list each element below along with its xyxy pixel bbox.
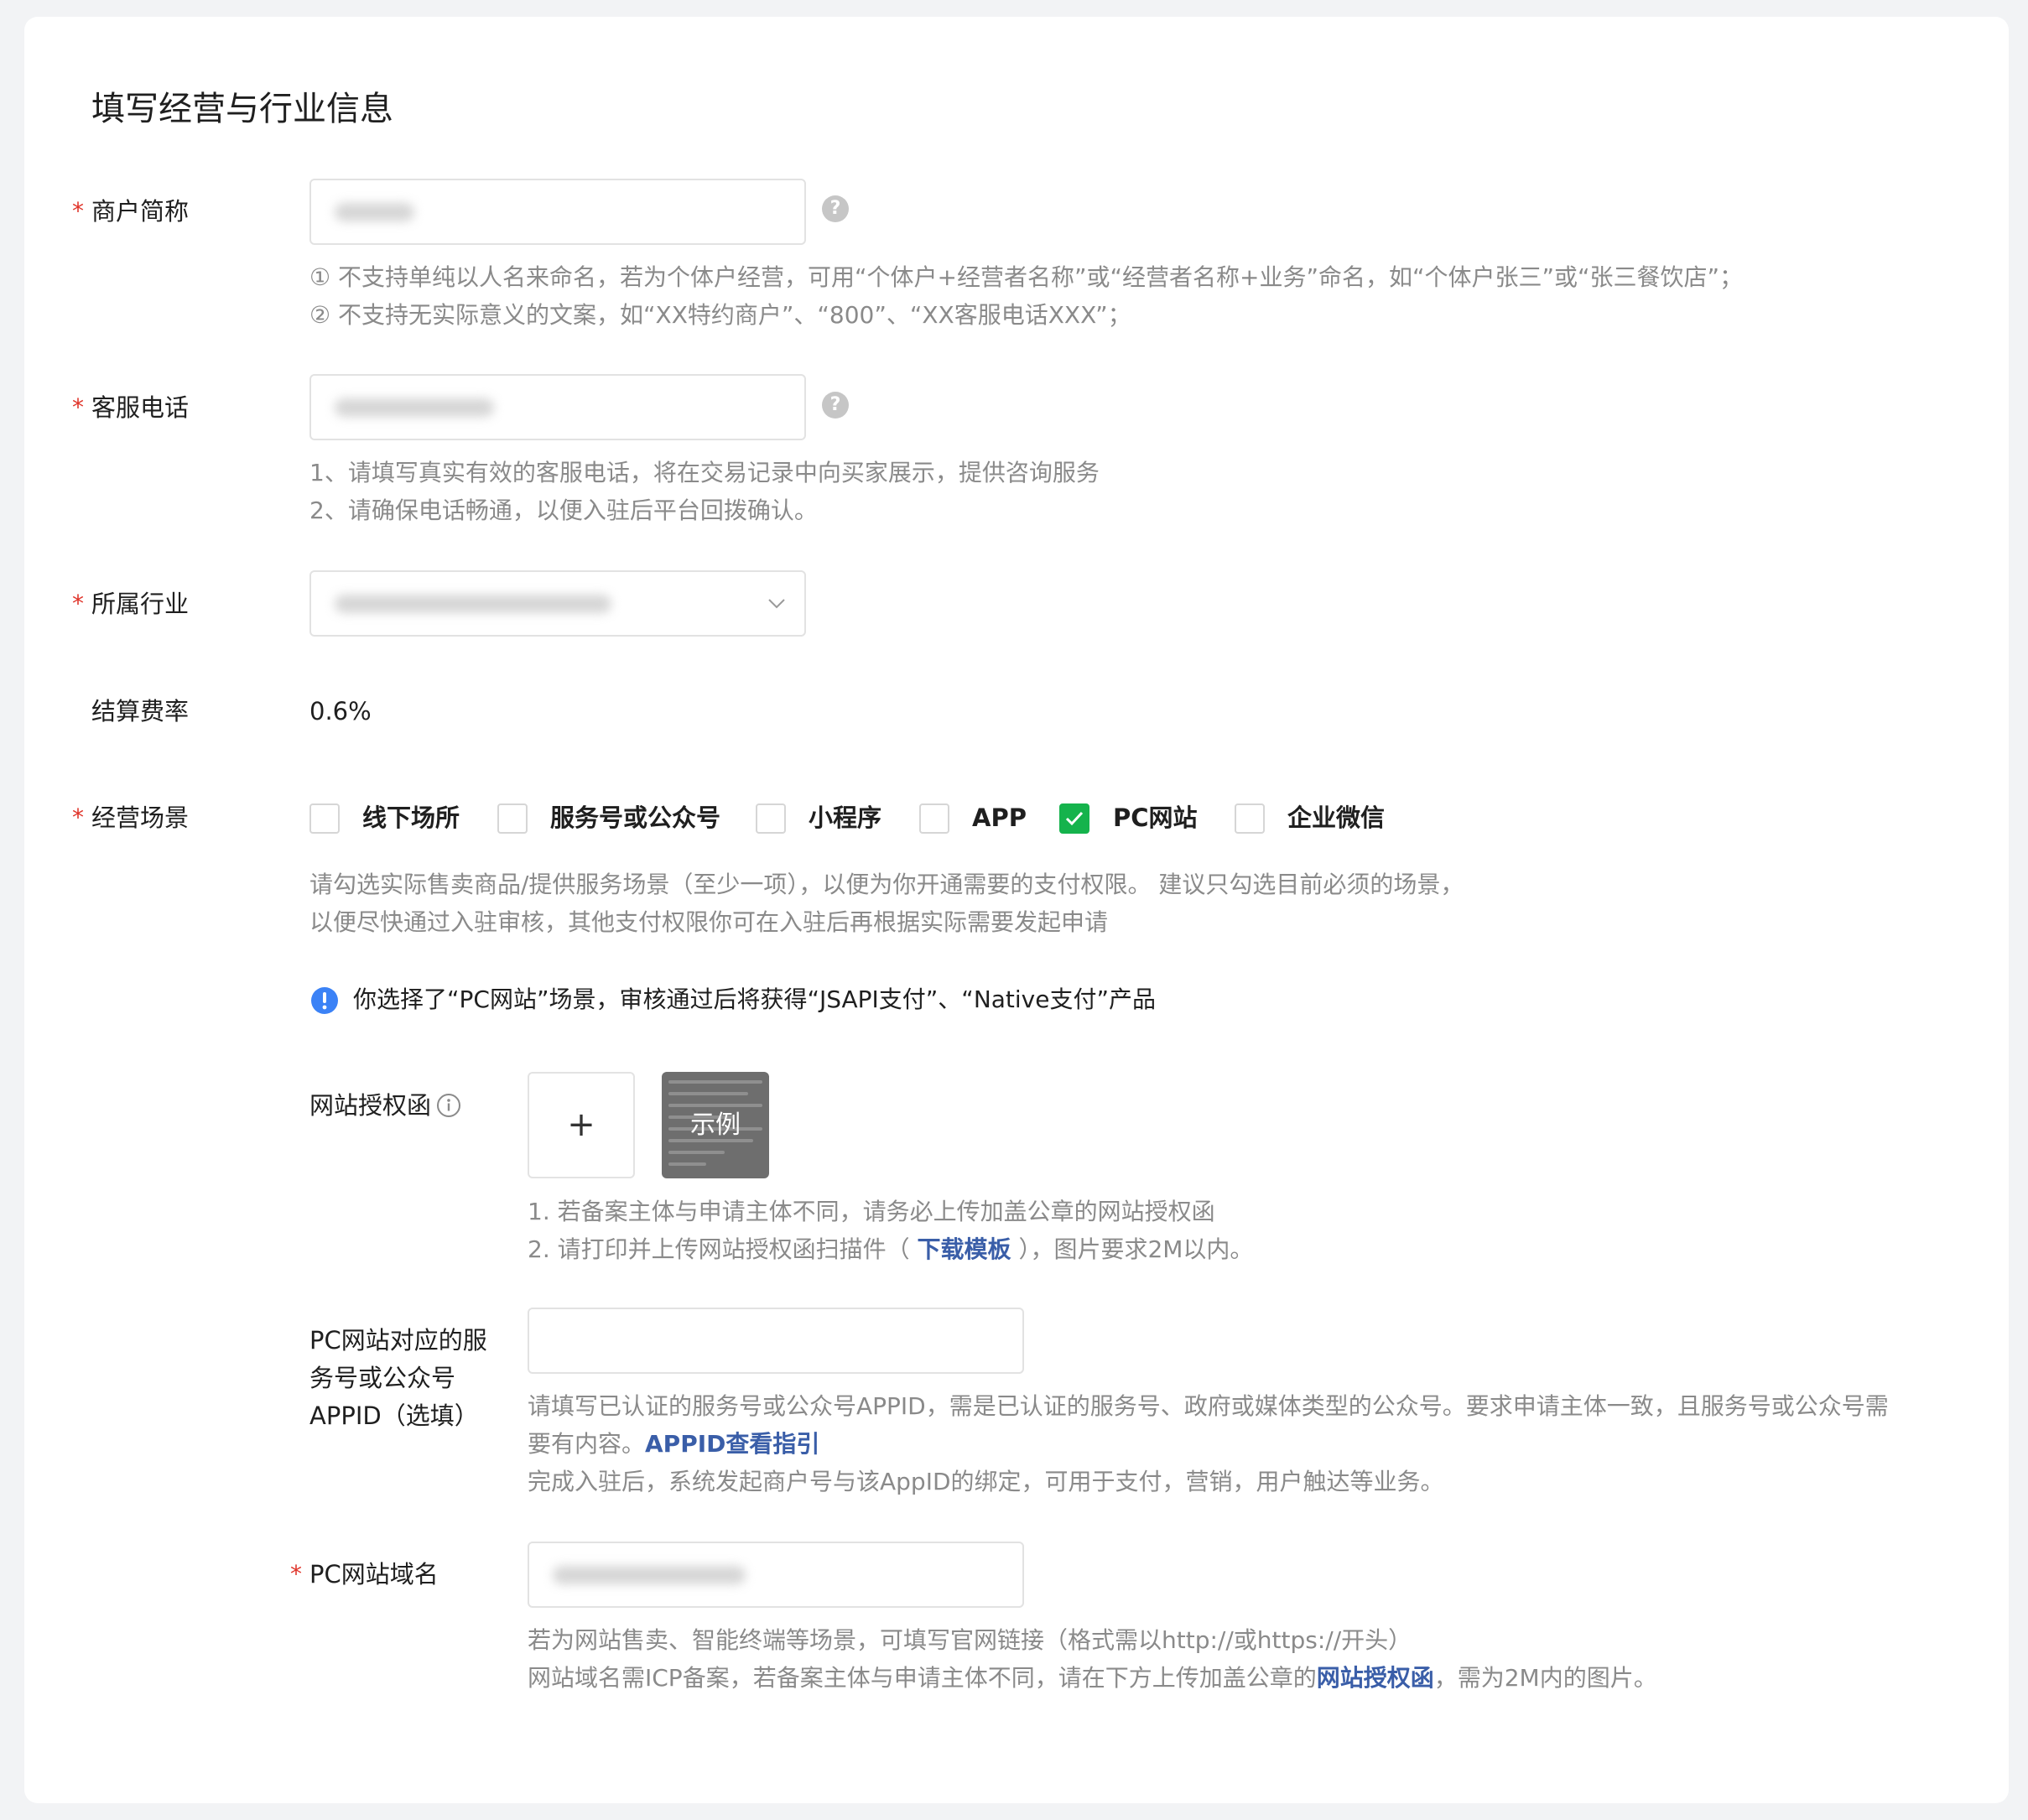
question-circle-icon[interactable]: ?: [822, 195, 849, 222]
checkbox-offline[interactable]: [309, 803, 340, 834]
domain-hint-1: 若为网站售卖、智能终端等场景，可填写官网链接（格式需以http://或https…: [528, 1626, 1412, 1654]
required-mark: *: [72, 197, 84, 225]
download-template-link[interactable]: 下载模板: [918, 1235, 1011, 1263]
required-mark: *: [72, 590, 84, 617]
settlement-rate-value: 0.6%: [309, 697, 372, 725]
check-icon: [1065, 811, 1084, 826]
question-circle-icon[interactable]: ?: [822, 392, 849, 419]
upload-button[interactable]: +: [528, 1072, 635, 1178]
checkbox-official-account[interactable]: [497, 803, 528, 834]
checkbox-pc-website[interactable]: [1059, 803, 1089, 834]
redacted-value: [335, 202, 414, 221]
settlement-rate-label: 结算费率: [91, 697, 190, 725]
redacted-value: [553, 1565, 746, 1584]
domain-hint-2: 网站域名需ICP备案，若备案主体与申请主体不同，请在下方上传加盖公章的网站授权函…: [528, 1664, 1657, 1692]
auth-letter-hint-2: 2. 请打印并上传网站授权函扫描件（ 下载模板 ），图片要求2M以内。: [528, 1235, 1254, 1263]
scene-option-official-account[interactable]: 服务号或公众号: [550, 799, 720, 836]
scenes-hint-2: 以便尽快通过入驻审核，其他支付权限你可在入驻后再根据实际需要发起申请: [309, 908, 1109, 936]
service-phone-input[interactable]: [309, 374, 806, 440]
service-phone-label: 客服电话: [91, 393, 190, 422]
merchant-name-label: 商户简称: [91, 197, 190, 226]
appid-hint-2: 要有内容。APPID查看指引: [528, 1430, 820, 1458]
merchant-name-hint-2: ② 不支持无实际意义的文案，如“XX特约商户”、“800”、“XX客服电话XXX…: [309, 301, 1131, 329]
appid-label-line-1: PC网站对应的服: [309, 1326, 487, 1355]
appid-guide-link[interactable]: APPID查看指引: [645, 1430, 819, 1458]
auth-letter-link[interactable]: 网站授权函: [1317, 1664, 1434, 1692]
service-phone-hint-2: 2、请确保电话畅通，以便入驻后平台回拨确认。: [309, 497, 818, 524]
industry-select[interactable]: [309, 570, 806, 637]
required-mark: *: [290, 1560, 302, 1588]
appid-hint-3: 完成入驻后，系统发起商户号与该AppID的绑定，可用于支付，营销，用户触达等业务…: [528, 1468, 1444, 1495]
auth-letter-label: 网站授权函: [309, 1091, 432, 1120]
merchant-name-hint-1: ① 不支持单纯以人名来命名，若为个体户经营，可用“个体户+经营者名称”或“经营者…: [309, 263, 1743, 291]
redacted-value: [335, 398, 494, 417]
info-circle-outline-icon[interactable]: [436, 1093, 461, 1118]
appid-label-line-3: APPID（选填）: [309, 1401, 479, 1430]
merchant-name-input[interactable]: [309, 179, 806, 245]
sample-image[interactable]: 示例: [662, 1072, 769, 1178]
domain-label: PC网站域名: [309, 1560, 439, 1589]
checkbox-mini-program[interactable]: [756, 803, 786, 834]
scene-notice: 你选择了“PC网站”场景，审核通过后将获得“JSAPI支付”、“Native支付…: [353, 985, 1156, 1013]
required-mark: *: [72, 803, 84, 831]
required-mark: *: [72, 393, 84, 421]
appid-label-line-2: 务号或公众号: [309, 1364, 456, 1392]
scene-option-wecom[interactable]: 企业微信: [1287, 799, 1385, 836]
auth-letter-hint-1: 1. 若备案主体与申请主体不同，请务必上传加盖公章的网站授权函: [528, 1198, 1215, 1225]
appid-input[interactable]: [528, 1308, 1024, 1374]
checkbox-app[interactable]: [919, 803, 949, 834]
scene-option-pc-website[interactable]: PC网站: [1113, 799, 1198, 836]
plus-icon: +: [567, 1105, 595, 1144]
redacted-value: [335, 594, 611, 613]
scene-option-app[interactable]: APP: [972, 799, 1027, 836]
info-circle-icon: [311, 987, 338, 1014]
industry-label: 所属行业: [91, 590, 190, 618]
appid-hint-1: 请填写已认证的服务号或公众号APPID，需是已认证的服务号、政府或媒体类型的公众…: [528, 1392, 1889, 1420]
checkbox-wecom[interactable]: [1235, 803, 1265, 834]
chevron-down-icon: [768, 598, 785, 608]
service-phone-hint-1: 1、请填写真实有效的客服电话，将在交易记录中向买家展示，提供咨询服务: [309, 459, 1100, 486]
page-title: 填写经营与行业信息: [91, 90, 393, 128]
scenes-hint-1: 请勾选实际售卖商品/提供服务场景（至少一项），以便为你开通需要的支付权限。 建议…: [309, 871, 1464, 898]
domain-input[interactable]: [528, 1542, 1024, 1608]
scenes-label: 经营场景: [91, 803, 190, 832]
sample-label: 示例: [690, 1110, 741, 1140]
scene-option-offline[interactable]: 线下场所: [362, 799, 460, 836]
scene-option-mini-program[interactable]: 小程序: [809, 799, 881, 836]
